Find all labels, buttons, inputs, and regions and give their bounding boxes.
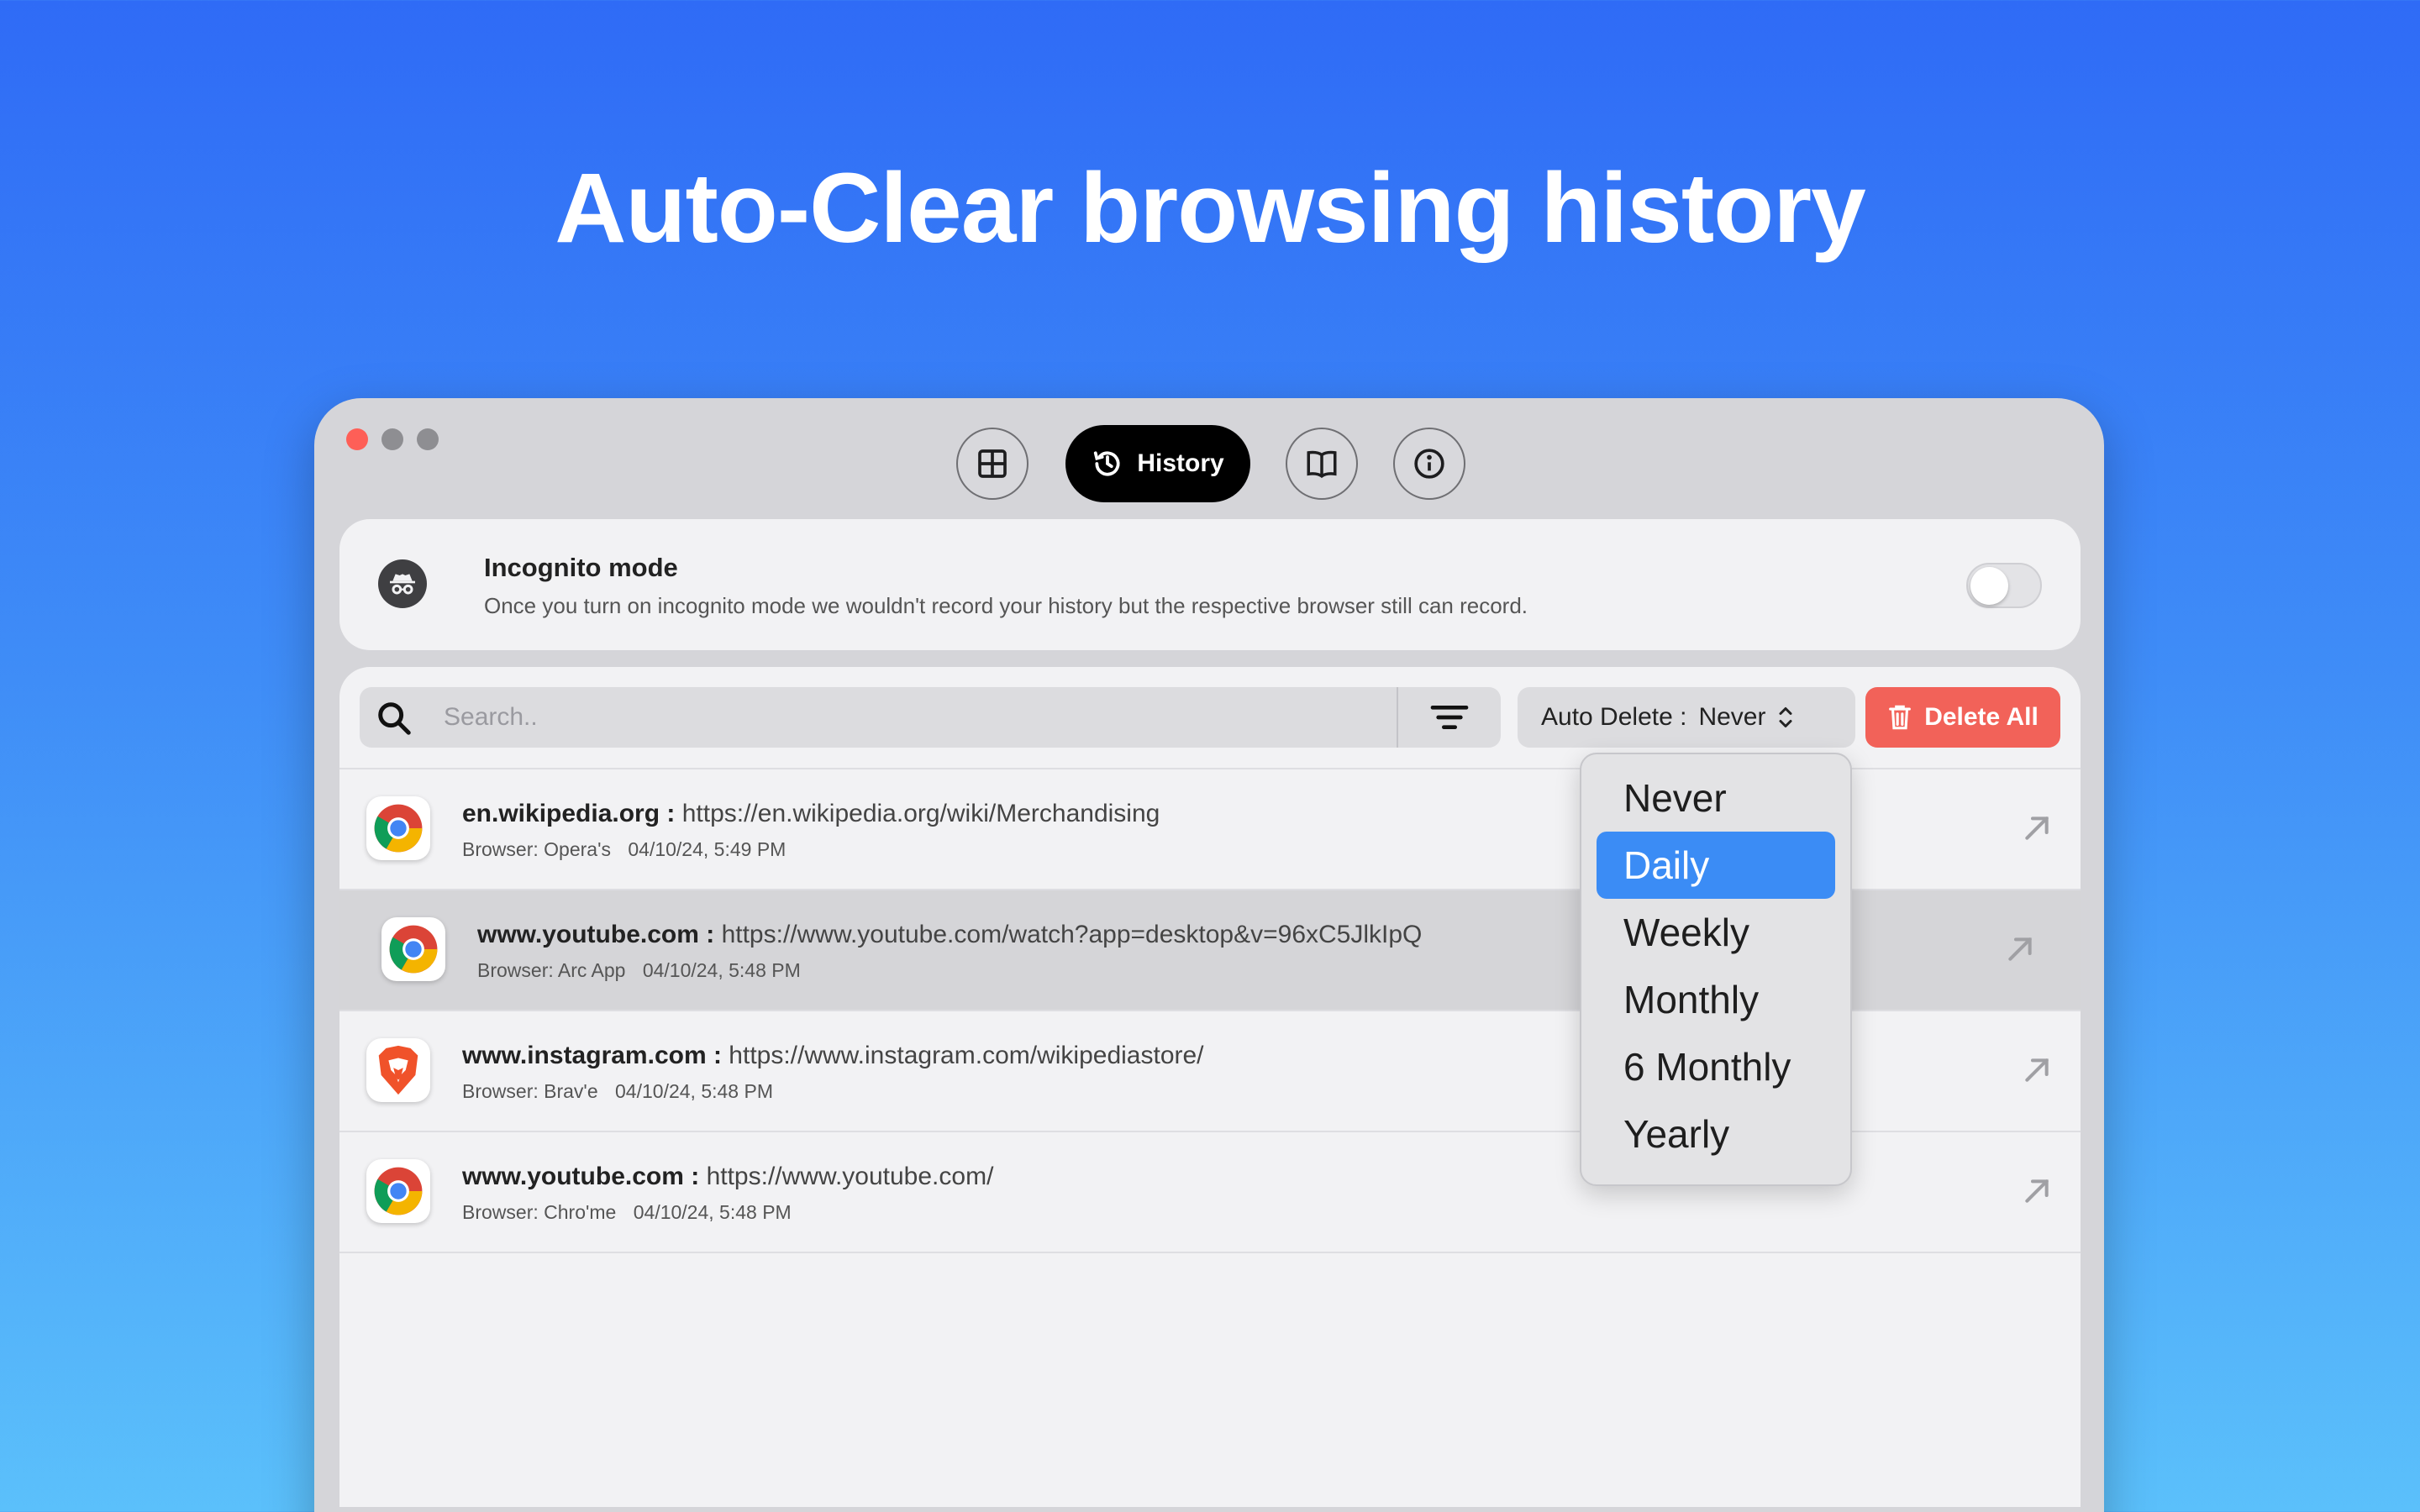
- toggle-knob: [1970, 567, 2008, 605]
- incognito-icon: [378, 559, 427, 608]
- row-domain: en.wikipedia.org :: [462, 800, 676, 827]
- zoom-window-button[interactable]: [417, 428, 439, 450]
- search-box: [360, 687, 1501, 748]
- incognito-title: Incognito mode: [484, 553, 678, 582]
- info-icon: [1414, 449, 1444, 479]
- row-domain: www.youtube.com :: [477, 921, 715, 948]
- chevron-updown-icon: [1779, 707, 1792, 727]
- row-timestamp: 04/10/24, 5:48 PM: [633, 1201, 792, 1223]
- open-link-icon[interactable]: [2020, 1053, 2054, 1087]
- chrome-icon: [366, 1159, 430, 1223]
- open-link-icon[interactable]: [2020, 1174, 2054, 1208]
- tab-bookmarks[interactable]: [1286, 428, 1358, 500]
- tab-dashboard[interactable]: [956, 428, 1028, 500]
- row-browser-label: Browser:: [462, 1080, 539, 1102]
- incognito-card: Incognito mode Once you turn on incognit…: [339, 519, 2081, 650]
- page-headline: Auto-Clear browsing history: [555, 153, 1866, 264]
- row-browser-label: Browser:: [462, 838, 539, 860]
- trash-icon: [1889, 705, 1912, 730]
- row-timestamp: 04/10/24, 5:48 PM: [615, 1080, 773, 1102]
- tab-bar: History: [956, 425, 1465, 502]
- filter-icon: [1430, 706, 1469, 729]
- minimize-window-button[interactable]: [381, 428, 403, 450]
- row-domain: www.youtube.com :: [462, 1163, 700, 1190]
- row-browser-label: Browser:: [477, 959, 554, 981]
- tab-history[interactable]: History: [1065, 425, 1250, 502]
- tab-history-label: History: [1137, 449, 1224, 477]
- auto-delete-label: Auto Delete :: [1541, 703, 1687, 731]
- row-timestamp: 04/10/24, 5:49 PM: [628, 838, 786, 860]
- history-icon: [1094, 451, 1120, 476]
- dropdown-option-never[interactable]: Never: [1597, 764, 1835, 832]
- row-domain: www.instagram.com :: [462, 1042, 722, 1069]
- search-icon: [378, 702, 411, 735]
- open-link-icon[interactable]: [2020, 811, 2054, 845]
- delete-all-button[interactable]: Delete All: [1865, 687, 2060, 748]
- row-browser: Opera's: [544, 838, 611, 860]
- search-input[interactable]: [444, 697, 1334, 738]
- chrome-icon: [366, 796, 430, 860]
- tab-info[interactable]: [1393, 428, 1465, 500]
- history-toolbar: Auto Delete : Never Delete All: [360, 687, 2060, 748]
- delete-all-label: Delete All: [1924, 703, 2039, 731]
- row-browser: Brav'e: [544, 1080, 598, 1102]
- brave-icon: [366, 1038, 430, 1102]
- row-url: https://www.youtube.com/: [706, 1163, 994, 1190]
- window-controls: [346, 428, 439, 450]
- dropdown-option-weekly[interactable]: Weekly: [1597, 899, 1835, 966]
- incognito-description: Once you turn on incognito mode we would…: [484, 593, 1528, 618]
- chrome-icon: [381, 917, 445, 981]
- row-browser-label: Browser:: [462, 1201, 539, 1223]
- grid-icon: [978, 449, 1007, 478]
- row-browser: Arc App: [557, 959, 626, 981]
- row-url: https://www.youtube.com/watch?app=deskto…: [721, 921, 1423, 948]
- incognito-toggle[interactable]: [1966, 563, 2042, 608]
- dropdown-option-yearly[interactable]: Yearly: [1597, 1100, 1835, 1168]
- dropdown-option-monthly[interactable]: Monthly: [1597, 966, 1835, 1033]
- row-url: https://www.instagram.com/wikipediastore…: [729, 1042, 1204, 1069]
- dropdown-option-daily[interactable]: Daily: [1597, 832, 1835, 899]
- book-icon: [1307, 450, 1337, 479]
- auto-delete-select[interactable]: Auto Delete : Never: [1518, 687, 1855, 748]
- row-timestamp: 04/10/24, 5:48 PM: [642, 959, 801, 981]
- row-browser: Chro'me: [544, 1201, 617, 1223]
- close-window-button[interactable]: [346, 428, 368, 450]
- open-link-icon[interactable]: [2003, 932, 2037, 966]
- auto-delete-dropdown: Never Daily Weekly Monthly 6 Monthly Yea…: [1580, 753, 1852, 1186]
- dropdown-option-6-monthly[interactable]: 6 Monthly: [1597, 1033, 1835, 1100]
- auto-delete-value: Never: [1698, 703, 1766, 731]
- filter-button[interactable]: [1397, 687, 1501, 748]
- row-url: https://en.wikipedia.org/wiki/Merchandis…: [681, 800, 1160, 827]
